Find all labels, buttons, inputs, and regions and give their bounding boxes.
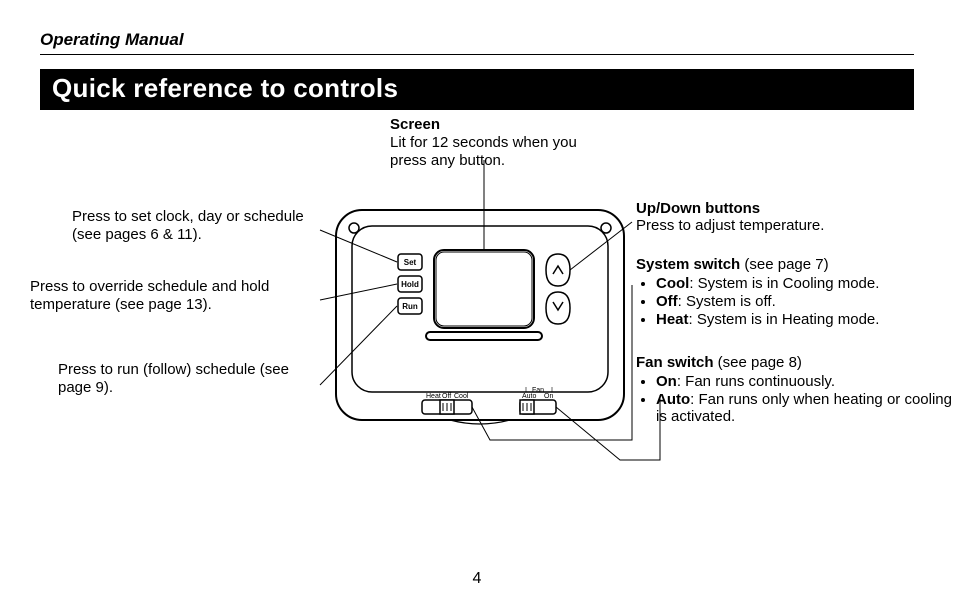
system-switch-callout: System switch (see page 7) Cool: System … (636, 256, 954, 334)
fan-item-on: On (656, 373, 677, 390)
page-number: 4 (473, 570, 482, 588)
run-callout: Press to run (follow) schedule (see page… (30, 361, 310, 397)
updown-body: Press to adjust temperature. (636, 217, 824, 234)
fan-list: On: Fan runs continuously. Auto: Fan run… (636, 373, 954, 425)
system-list: Cool: System is in Cooling mode. Off: Sy… (636, 275, 954, 328)
system-note: (see page 7) (740, 256, 828, 273)
updown-callout: Up/Down buttons Press to adjust temperat… (636, 200, 954, 234)
svg-text:Hold: Hold (401, 280, 419, 289)
svg-text:Off: Off (442, 393, 451, 400)
updown-heading: Up/Down buttons (636, 200, 760, 217)
set-button[interactable]: Set (398, 254, 422, 270)
fan-item-auto: Auto (656, 391, 690, 408)
header-rule (40, 54, 914, 55)
fan-note: (see page 8) (714, 354, 802, 371)
system-heading: System switch (636, 256, 740, 273)
system-item-off: Off (656, 293, 678, 310)
down-button[interactable] (546, 292, 570, 324)
svg-text:Auto: Auto (522, 393, 537, 400)
run-button[interactable]: Run (398, 298, 422, 314)
screen-heading: Screen (390, 116, 440, 133)
up-button[interactable] (546, 254, 570, 286)
system-item-cool: Cool (656, 275, 689, 292)
svg-text:Run: Run (402, 302, 418, 311)
fan-switch-callout: Fan switch (see page 8) On: Fan runs con… (636, 354, 954, 431)
system-item-heat: Heat (656, 311, 689, 328)
manual-header: Operating Manual (40, 30, 914, 50)
screen-callout: Screen Lit for 12 seconds when you press… (390, 116, 600, 170)
fan-heading: Fan switch (636, 354, 714, 371)
svg-text:On: On (544, 393, 553, 400)
page-title: Quick reference to controls (40, 69, 914, 110)
thermostat-diagram: Set Hold Run (330, 200, 630, 440)
hold-callout: Press to override schedule and hold temp… (30, 278, 310, 314)
svg-text:Set: Set (404, 258, 417, 267)
svg-text:Heat: Heat (426, 393, 441, 400)
system-switch[interactable]: Heat Off Cool (422, 393, 472, 414)
set-callout: Press to set clock, day or schedule (see… (30, 208, 310, 244)
screen-body: Lit for 12 seconds when you press any bu… (390, 134, 577, 169)
hold-button[interactable]: Hold (398, 276, 422, 292)
svg-text:Cool: Cool (454, 393, 469, 400)
